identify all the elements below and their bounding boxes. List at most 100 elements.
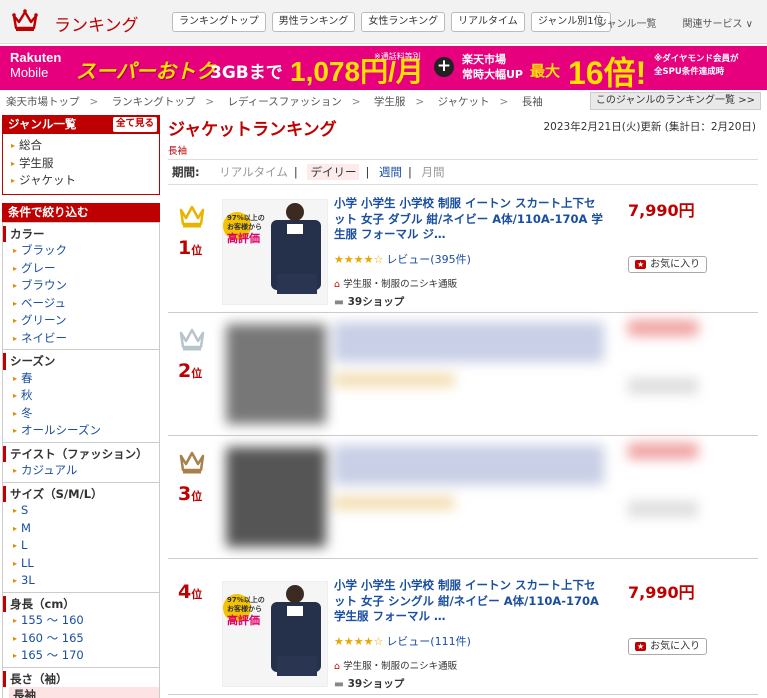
genre-box-header: ジャンル一覧 全て見る (2, 115, 160, 134)
filter-option[interactable]: ベージュ (9, 295, 159, 313)
filter-option[interactable]: 160 〜 165 (9, 630, 159, 648)
shop-icon: ⌂ (334, 279, 341, 290)
breadcrumb-item[interactable]: ジャケット (438, 96, 490, 108)
breadcrumb-item[interactable]: ランキングトップ (112, 96, 196, 108)
filter-group-title: 長さ（袖） (3, 670, 159, 687)
filter-option[interactable]: M (9, 520, 159, 538)
filter-group-title: 身長（cm） (3, 595, 159, 612)
filter-option[interactable]: カジュアル (9, 462, 159, 480)
crown-logo-icon[interactable] (12, 8, 38, 32)
shop-name[interactable]: ⌂ 学生服・制服のニシキ通販 (334, 276, 457, 290)
ranking-item: 1位 97%以上の お客様から 高評価 小学 小学生 小学校 制服 イートン ス… (168, 191, 758, 313)
favorite-button[interactable]: お気に入り (628, 638, 708, 655)
tab-ranking-top[interactable]: ランキングトップ (172, 12, 266, 32)
period-selector: 期間: リアルタイム | デイリー | 週間 | 月間 (168, 159, 758, 185)
filter-group-title: シーズン (3, 353, 159, 370)
truck-icon: ▬ (334, 678, 344, 690)
genre-item[interactable]: 学生服 (11, 155, 159, 173)
genre-ranking-link[interactable]: このジャンルのランキング一覧 >> (589, 92, 761, 110)
breadcrumb-item[interactable]: 楽天市場トップ (6, 96, 80, 108)
ranking-item: 3位 (168, 437, 758, 559)
breadcrumb-item[interactable]: レディースファッション (228, 96, 342, 108)
truck-icon: ▬ (334, 296, 344, 308)
ranking-item: 4位 97%以上の お客様から 高評価 小学 小学生 小学校 制服 イートン ス… (168, 573, 758, 695)
top-bar: ランキング ランキングトップ 男性ランキング 女性ランキング リアルタイム ジャ… (0, 0, 767, 44)
thumb-badge: 97%以上の (227, 214, 265, 222)
brand-title[interactable]: ランキング (54, 11, 139, 36)
thumb-badge: お客様から (227, 605, 262, 613)
banner-multiplier: 16倍! (568, 55, 647, 90)
see-all-button[interactable]: 全て見る (112, 117, 157, 132)
breadcrumb: 楽天市場トップ > ランキングトップ > レディースファッション > 学生服 > ジャケ… (6, 96, 543, 108)
review-link[interactable]: レビュー(111件) (386, 635, 471, 648)
filter-option[interactable]: 155 〜 160 (9, 612, 159, 630)
rank-number: 4位 (178, 581, 203, 603)
product-image[interactable]: 97%以上の お客様から 高評価 (222, 581, 328, 687)
main-content: ジャケットランキング 長袖 2023年2月21日(火)更新 (集計日：2月20日… (168, 115, 762, 695)
filter-option[interactable]: オールシーズン (9, 422, 159, 440)
banner-data: 3GBまで (210, 63, 283, 83)
filter-option[interactable]: 165 〜 170 (9, 647, 159, 665)
filter-option[interactable]: L (9, 537, 159, 555)
genre-list-link[interactable]: ジャンル一覧 (597, 15, 657, 30)
rank-number: 3位 (178, 483, 203, 505)
promo-banner[interactable]: Rakuten Mobile スーパーおトク 3GBまで 1,078円/月 ※通話… (0, 46, 767, 90)
filter-option-selected[interactable]: 長袖 (9, 687, 159, 698)
period-realtime[interactable]: リアルタイム (219, 165, 288, 179)
filter-list: カラー ブラック グレー ブラウン ベージュ グリーン ネイビー シーズン 春 … (2, 221, 160, 698)
period-weekly[interactable]: 週間 (379, 165, 402, 179)
shipping-badge: ▬ 39ショップ (334, 678, 405, 690)
product-image[interactable]: 97%以上の お客様から 高評価 (222, 199, 328, 305)
breadcrumb-item[interactable]: 学生服 (374, 96, 406, 108)
period-daily[interactable]: デイリー (307, 164, 360, 180)
filter-option[interactable]: 秋 (9, 387, 159, 405)
updated-timestamp: 2023年2月21日(火)更新 (集計日：2月20日) (543, 121, 756, 133)
thumb-badge: お客様から (227, 223, 262, 231)
tab-realtime[interactable]: リアルタイム (451, 12, 525, 32)
filter-option[interactable]: グリーン (9, 312, 159, 330)
tab-male-ranking[interactable]: 男性ランキング (271, 12, 356, 32)
review-link[interactable]: レビュー(395件) (386, 253, 471, 266)
banner-price-note: ※通話料等別 (374, 52, 421, 61)
tab-female-ranking[interactable]: 女性ランキング (361, 12, 446, 32)
banner-super: スーパーおトク (76, 59, 216, 83)
filter-option[interactable]: ネイビー (9, 330, 159, 348)
nav-tabs: ランキングトップ 男性ランキング 女性ランキング リアルタイム ジャンル別1位 (172, 12, 611, 32)
ranking-item: 2位 (168, 314, 758, 436)
thumb-badge: 高評価 (227, 232, 260, 245)
genre-item[interactable]: 総合 (11, 137, 159, 155)
subcategory-label: 長袖 (168, 146, 188, 157)
favorite-button[interactable]: お気に入り (628, 256, 708, 273)
filter-option[interactable]: 冬 (9, 405, 159, 423)
filter-option[interactable]: グレー (9, 260, 159, 278)
sidebar: ジャンル一覧 全て見る 総合 学生服 ジャケット 条件で絞り込む カラー ブラッ… (2, 115, 160, 698)
product-name[interactable]: 小学 小学生 小学校 制服 イートン スカート上下セット 女子 シングル 紺/ネ… (334, 578, 606, 626)
banner-note: ※ダイヤモンド会員が 全SPU条件達成時 (654, 54, 739, 77)
price: 7,990円 (628, 583, 695, 602)
thumb-badge: 高評価 (227, 614, 260, 627)
bronze-crown-icon (179, 451, 205, 474)
shop-icon: ⌂ (334, 661, 341, 672)
period-label: 期間: (172, 165, 200, 179)
filter-group-title: カラー (3, 225, 159, 242)
filter-option[interactable]: ブラウン (9, 277, 159, 295)
genre-item[interactable]: ジャケット (11, 172, 159, 190)
silver-crown-icon (179, 328, 205, 351)
gold-crown-icon (179, 205, 205, 228)
filter-option[interactable]: ブラック (9, 242, 159, 260)
thumb-badge: 97%以上の (227, 596, 265, 604)
related-services-menu[interactable]: 関連サービス ∨ (683, 15, 754, 30)
period-monthly[interactable]: 月間 (422, 165, 445, 179)
price: 7,990円 (628, 201, 695, 220)
filter-group-title: サイズ（S/M/L） (3, 485, 159, 502)
filter-option[interactable]: 春 (9, 370, 159, 388)
breadcrumb-item[interactable]: 長袖 (522, 96, 543, 108)
shop-name[interactable]: ⌂ 学生服・制服のニシキ通販 (334, 658, 457, 672)
product-name[interactable]: 小学 小学生 小学校 制服 イートン スカート上下セット 女子 ダブル 紺/ネイ… (334, 196, 606, 244)
genre-list: 総合 学生服 ジャケット (2, 134, 160, 195)
filter-option[interactable]: S (9, 502, 159, 520)
filter-group-title: テイスト（ファッション） (3, 445, 159, 462)
rank-number: 2位 (178, 360, 203, 382)
filter-option[interactable]: 3L (9, 572, 159, 590)
filter-option[interactable]: LL (9, 555, 159, 573)
